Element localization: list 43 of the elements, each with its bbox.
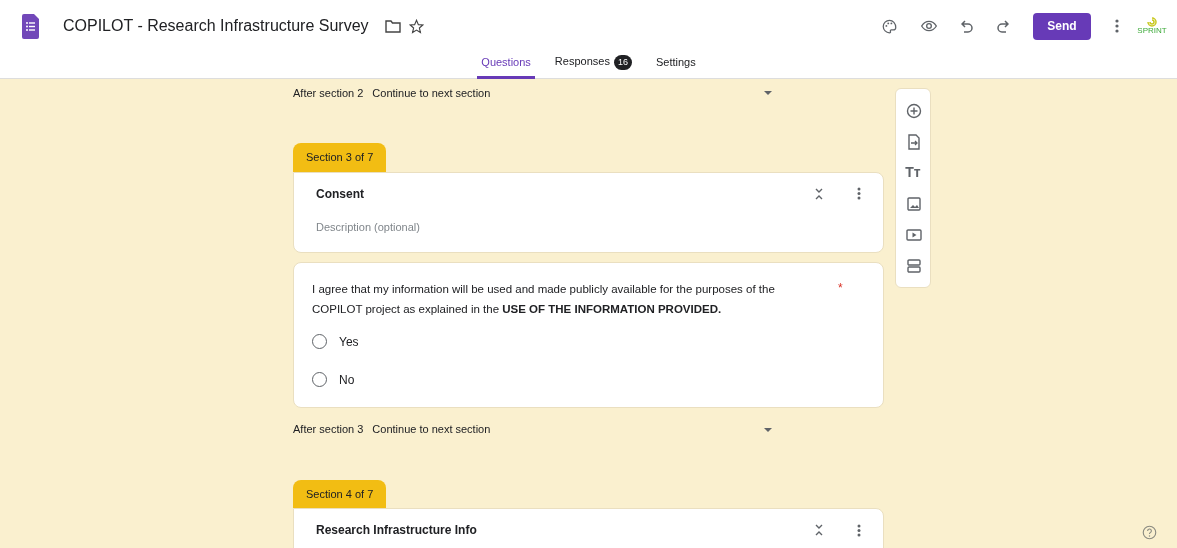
collapse-icon[interactable] [815,187,823,200]
after-section-label: After section 2 [293,85,364,101]
star-icon[interactable] [408,18,424,34]
option-label: No [339,371,355,389]
help-icon[interactable] [1142,525,1157,540]
folder-icon[interactable] [384,19,401,33]
required-asterisk: * [838,279,843,297]
add-question-icon[interactable] [906,102,922,119]
tab[interactable]: Settings [651,53,700,79]
more-options-icon[interactable] [857,187,861,200]
video-icon[interactable] [906,226,922,243]
section-navigation-dropdown[interactable]: Continue to next section [372,84,773,102]
forms-logo-icon[interactable] [22,13,39,39]
section-tab-label: Section 3 of 7 [293,143,387,172]
question-text: I agree that my information will be used and made publicly available for the purposes of the COPILOT project as explained in the USE OF THE INFORMATION PROVIDED. [312,281,776,317]
swirl-logo-icon [1147,17,1157,27]
more-options-icon[interactable] [857,523,861,537]
tab[interactable]: Responses 16 [550,52,636,79]
option-label: Yes [339,333,359,351]
section-title[interactable]: Consent [316,184,815,203]
undo-icon[interactable] [961,19,973,33]
form-title[interactable]: COPILOT - Research Infrastructure Survey [63,14,369,38]
logo-text: SPRINT [1137,27,1167,35]
palette-icon[interactable] [882,18,897,34]
after-section-label: After section 3 [293,422,364,438]
section-title[interactable]: Research Infrastructure Info [316,521,815,539]
image-icon[interactable] [906,195,922,212]
radio-button[interactable] [312,334,327,349]
dropdown-caret-icon [764,91,773,95]
section-tab-label: Section 4 of 7 [293,479,387,508]
collapse-icon[interactable] [815,524,823,536]
radio-button[interactable] [312,372,327,387]
count-badge: 16 [613,54,632,70]
add-title-button[interactable]: Tт [905,157,921,188]
dropdown-caret-icon [764,427,773,432]
add-section-icon[interactable] [906,257,922,274]
import-file-icon[interactable] [906,133,922,150]
more-menu-icon[interactable] [1115,19,1119,33]
send-button[interactable]: Send [1033,12,1091,40]
redo-icon[interactable] [997,19,1009,33]
tab[interactable]: Questions [477,53,535,79]
section-navigation-dropdown[interactable]: Continue to next section [372,421,773,438]
eye-icon[interactable] [921,20,937,32]
